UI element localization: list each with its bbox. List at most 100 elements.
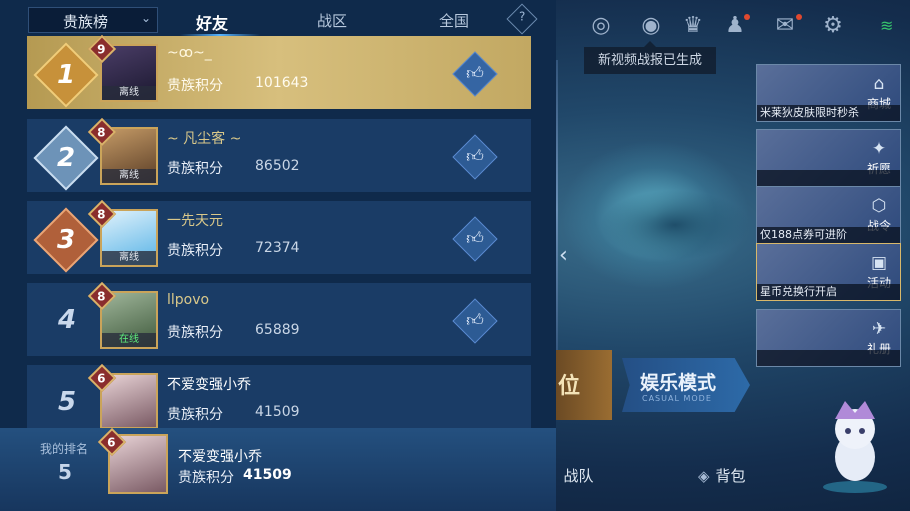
top-icon-bar: ◎ ◉ ♛ ♟ ✉ ⚙: [558, 0, 910, 52]
card-caption: 仅188点券可进阶: [757, 227, 900, 243]
score-label: 贵族积分: [167, 407, 223, 423]
leaderboard-row[interactable]: 1 离线 9 ~ꝏ~_ 贵族积分 101643 👍︎: [27, 34, 531, 109]
bag-label: 背包: [715, 467, 746, 485]
card-battlepass[interactable]: ⬡ 战令 仅188点券可进阶: [756, 186, 901, 244]
my-rank-bar: 我的排名 5 6 不爱变强小乔 贵族积分 41509: [0, 427, 556, 511]
card-gift-book[interactable]: ✈ 礼册: [756, 309, 901, 367]
tab-region[interactable]: 战区: [317, 10, 347, 31]
like-button[interactable]: 👍︎: [452, 51, 498, 97]
my-rank-number: 5: [58, 460, 72, 484]
status-badge: 离线: [102, 169, 156, 183]
help-icon: ?: [518, 9, 526, 24]
leaderboard-tabs: 贵族榜 ⌄ 好友 战区 全国 ?: [28, 3, 538, 37]
card-caption: [757, 350, 900, 366]
friends-notification-dot: [744, 14, 750, 20]
card-events[interactable]: ▣ 活动 星币兑换行开启: [756, 243, 901, 301]
thumbs-up-icon: 👍︎: [466, 147, 484, 167]
background-creature: [600, 190, 750, 260]
player-name: ~ꝏ~_: [167, 45, 212, 61]
score-label: 贵族积分: [167, 243, 223, 259]
collapse-arrow-icon[interactable]: ‹: [559, 242, 577, 270]
score-value: 41509: [255, 404, 300, 420]
leaderboard-row[interactable]: 5 6 不爱变强小乔 贵族积分 41509: [27, 363, 531, 429]
status-badge: 在线: [102, 333, 156, 347]
tab-friends[interactable]: 好友: [196, 10, 228, 34]
card-caption: 星币兑换行开启: [757, 284, 900, 300]
panel-edge: [556, 60, 558, 360]
score-value: 101643: [255, 75, 309, 91]
bag-button[interactable]: ◈ 背包: [698, 465, 746, 486]
tab-national[interactable]: 全国: [439, 10, 469, 31]
dropdown-label: 贵族榜: [63, 13, 109, 31]
score-label: 贵族积分: [167, 161, 223, 177]
card-caption: 米莱狄皮肤限时秒杀: [757, 105, 900, 121]
card-caption: [757, 170, 900, 186]
gift-icon: ▣: [870, 253, 888, 273]
thumbs-up-icon: 👍︎: [466, 229, 484, 249]
vip-level: 8: [97, 207, 106, 222]
silver-rank-medal: 2: [33, 125, 99, 191]
my-rank-label: 我的排名: [40, 442, 89, 456]
my-score: 41509: [243, 467, 292, 483]
help-button[interactable]: ?: [506, 3, 538, 35]
score-label: 贵族积分: [167, 78, 223, 94]
gold-rank-medal: 1: [33, 42, 99, 108]
score-label: 贵族积分: [178, 470, 234, 486]
casual-mode-title: 娱乐模式: [640, 372, 717, 394]
leaderboard-row[interactable]: 2 离线 8 ~ 凡尘客 ~ 贵族积分 86502 👍︎: [27, 117, 531, 192]
vip-level: 8: [97, 289, 106, 304]
player-name: 一先天元: [167, 213, 223, 229]
mail-notification-dot: [796, 14, 802, 20]
bronze-rank-medal: 3: [33, 207, 99, 273]
gear-icon[interactable]: ⚙: [820, 13, 846, 39]
casual-mode-subtitle: CASUAL MODE: [642, 394, 712, 403]
vip-level: 8: [97, 125, 106, 140]
trophy-icon[interactable]: ♛: [680, 13, 706, 39]
eye-icon[interactable]: ◉: [638, 13, 664, 39]
rank-number: 3: [56, 225, 76, 255]
vip-level: 6: [97, 371, 106, 386]
status-badge: 离线: [102, 251, 156, 265]
leaderboard-row[interactable]: 3 离线 8 一先天元 贵族积分 72374 👍︎: [27, 199, 531, 274]
star-icon: ✦: [871, 139, 887, 159]
leaderboard-type-dropdown[interactable]: 贵族榜 ⌄: [28, 7, 158, 33]
vip-level: 6: [107, 435, 116, 450]
score-value: 72374: [255, 240, 300, 256]
like-button[interactable]: 👍︎: [452, 134, 498, 180]
chevron-down-icon: ⌄: [140, 11, 151, 25]
bag-icon: ◈: [698, 467, 710, 485]
signal-icon: ≋: [880, 16, 894, 35]
like-button[interactable]: 👍︎: [452, 216, 498, 262]
mail-icon[interactable]: ✉: [772, 13, 798, 39]
ranked-mode-button[interactable]: 位: [556, 350, 612, 420]
medal-icon: ⬡: [871, 196, 887, 216]
rank-number: 2: [56, 143, 76, 173]
card-wish[interactable]: ✦ 祈愿: [756, 129, 901, 187]
rank-number: 5: [57, 387, 77, 417]
rank-number: 4: [57, 305, 77, 335]
mascot-character[interactable]: [815, 395, 895, 495]
score-value: 86502: [255, 158, 300, 174]
rank-number: 1: [56, 60, 76, 90]
vip-level: 9: [97, 42, 106, 57]
leaderboard-panel: 贵族榜 ⌄ 好友 战区 全国 ? 1 离线 9 ~ꝏ~_ 贵族积分 101643…: [0, 0, 556, 511]
score-value: 65889: [255, 322, 300, 338]
video-report-tooltip[interactable]: 新视频战报已生成: [584, 41, 716, 74]
like-button[interactable]: 👍︎: [452, 298, 498, 344]
thumbs-up-icon: 👍︎: [466, 311, 484, 331]
casual-mode-button[interactable]: 娱乐模式 CASUAL MODE: [622, 358, 750, 412]
shop-icon: ⌂: [873, 74, 885, 94]
status-badge: 离线: [102, 86, 156, 100]
plane-icon: ✈: [871, 319, 887, 339]
ranked-mode-label: 位: [558, 374, 581, 399]
score-label: 贵族积分: [167, 325, 223, 341]
card-shop[interactable]: ⌂ 商城 米莱狄皮肤限时秒杀: [756, 64, 901, 122]
leaderboard-row[interactable]: 4 在线 8 llpovo 贵族积分 65889 👍︎: [27, 281, 531, 356]
player-name: 不爱变强小乔: [167, 377, 251, 393]
thumbs-up-icon: 👍︎: [466, 64, 484, 84]
player-name: ~ 凡尘客 ~: [167, 131, 242, 147]
my-name: 不爱变强小乔: [178, 449, 262, 465]
player-name: llpovo: [167, 292, 210, 308]
target-icon[interactable]: ◎: [588, 13, 614, 39]
team-label: 战队: [563, 467, 594, 485]
